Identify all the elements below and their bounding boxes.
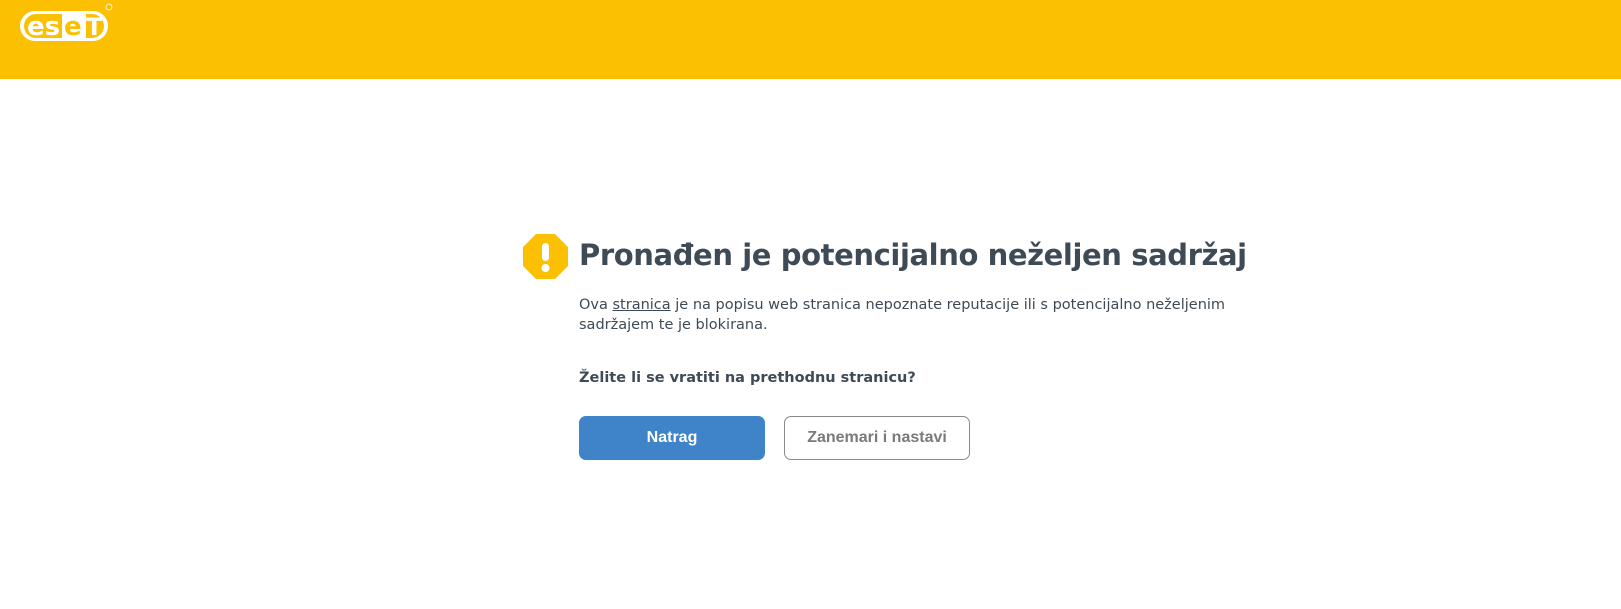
ignore-continue-button[interactable]: Zanemari i nastavi	[784, 416, 970, 460]
exclamation-octagon-icon	[523, 234, 568, 279]
svg-text:e: e	[64, 12, 82, 42]
page-link[interactable]: stranica	[613, 297, 671, 313]
svg-text:T: T	[86, 13, 103, 41]
svg-text:es: es	[27, 12, 60, 42]
desc-text-before: Ova	[579, 297, 613, 313]
eset-logo-icon: es e T	[18, 3, 114, 48]
page-title: Pronađen je potencijalno neželjen sadrža…	[579, 238, 1247, 272]
desc-text-after: je na popisu web stranica nepoznate repu…	[579, 297, 1226, 333]
warning-description: Ova stranica je na popisu web stranica n…	[579, 295, 1279, 335]
back-button[interactable]: Natrag	[579, 416, 765, 460]
header-bar: es e T	[0, 0, 1621, 79]
question-text: Želite li se vratiti na prethodnu strani…	[579, 370, 916, 386]
